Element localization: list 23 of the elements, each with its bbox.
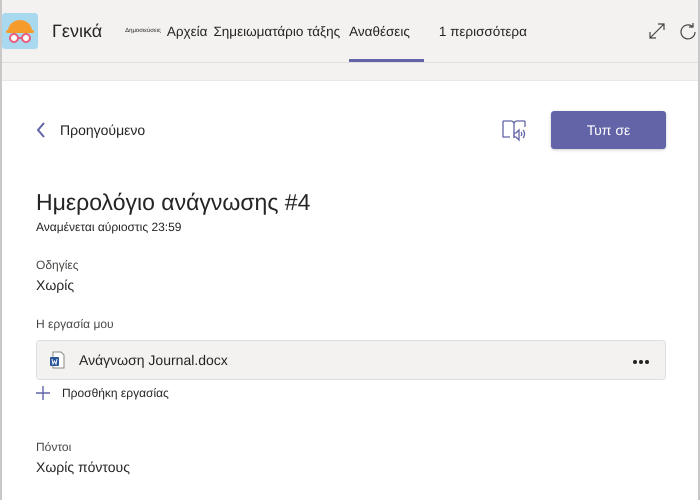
- points-value: Χωρίς πόντους: [36, 459, 131, 475]
- instructions-value: Χωρίς: [36, 277, 76, 293]
- ellipsis-icon: [632, 360, 650, 364]
- due-date: Αναμένεται αύριοστις 23:59: [36, 220, 182, 234]
- plus-icon: [36, 386, 50, 400]
- refresh-icon[interactable]: [680, 22, 696, 40]
- expand-icon[interactable]: [648, 22, 666, 40]
- file-name: Ανάγνωση Journal.docx: [79, 352, 228, 368]
- team-avatar: [2, 13, 38, 49]
- add-work-link[interactable]: Προσθήκη εργασίας: [36, 386, 666, 400]
- word-document-icon: [49, 351, 65, 369]
- chevron-left-icon: [36, 122, 46, 138]
- channel-tab[interactable]: Αρχεία: [164, 0, 210, 62]
- points-label: Πόντοι: [36, 440, 72, 454]
- channel-tab[interactable]: Σημειωματάριο τάξης: [210, 0, 344, 62]
- file-row[interactable]: Ανάγνωση Journal.docx: [36, 340, 666, 380]
- assignment-title: Ημερολόγιο ανάγνωσης #4: [36, 189, 312, 216]
- instructions-label: Οδηγίες: [36, 258, 80, 272]
- turn-in-button[interactable]: Τυπ σε: [551, 111, 666, 149]
- team-name: Γενικά: [52, 20, 102, 42]
- channel-tab[interactable]: 1 περισσότερα: [436, 0, 530, 62]
- back-link[interactable]: Προηγούμενο: [36, 122, 146, 138]
- my-work-label: Η εργασία μου: [36, 317, 115, 331]
